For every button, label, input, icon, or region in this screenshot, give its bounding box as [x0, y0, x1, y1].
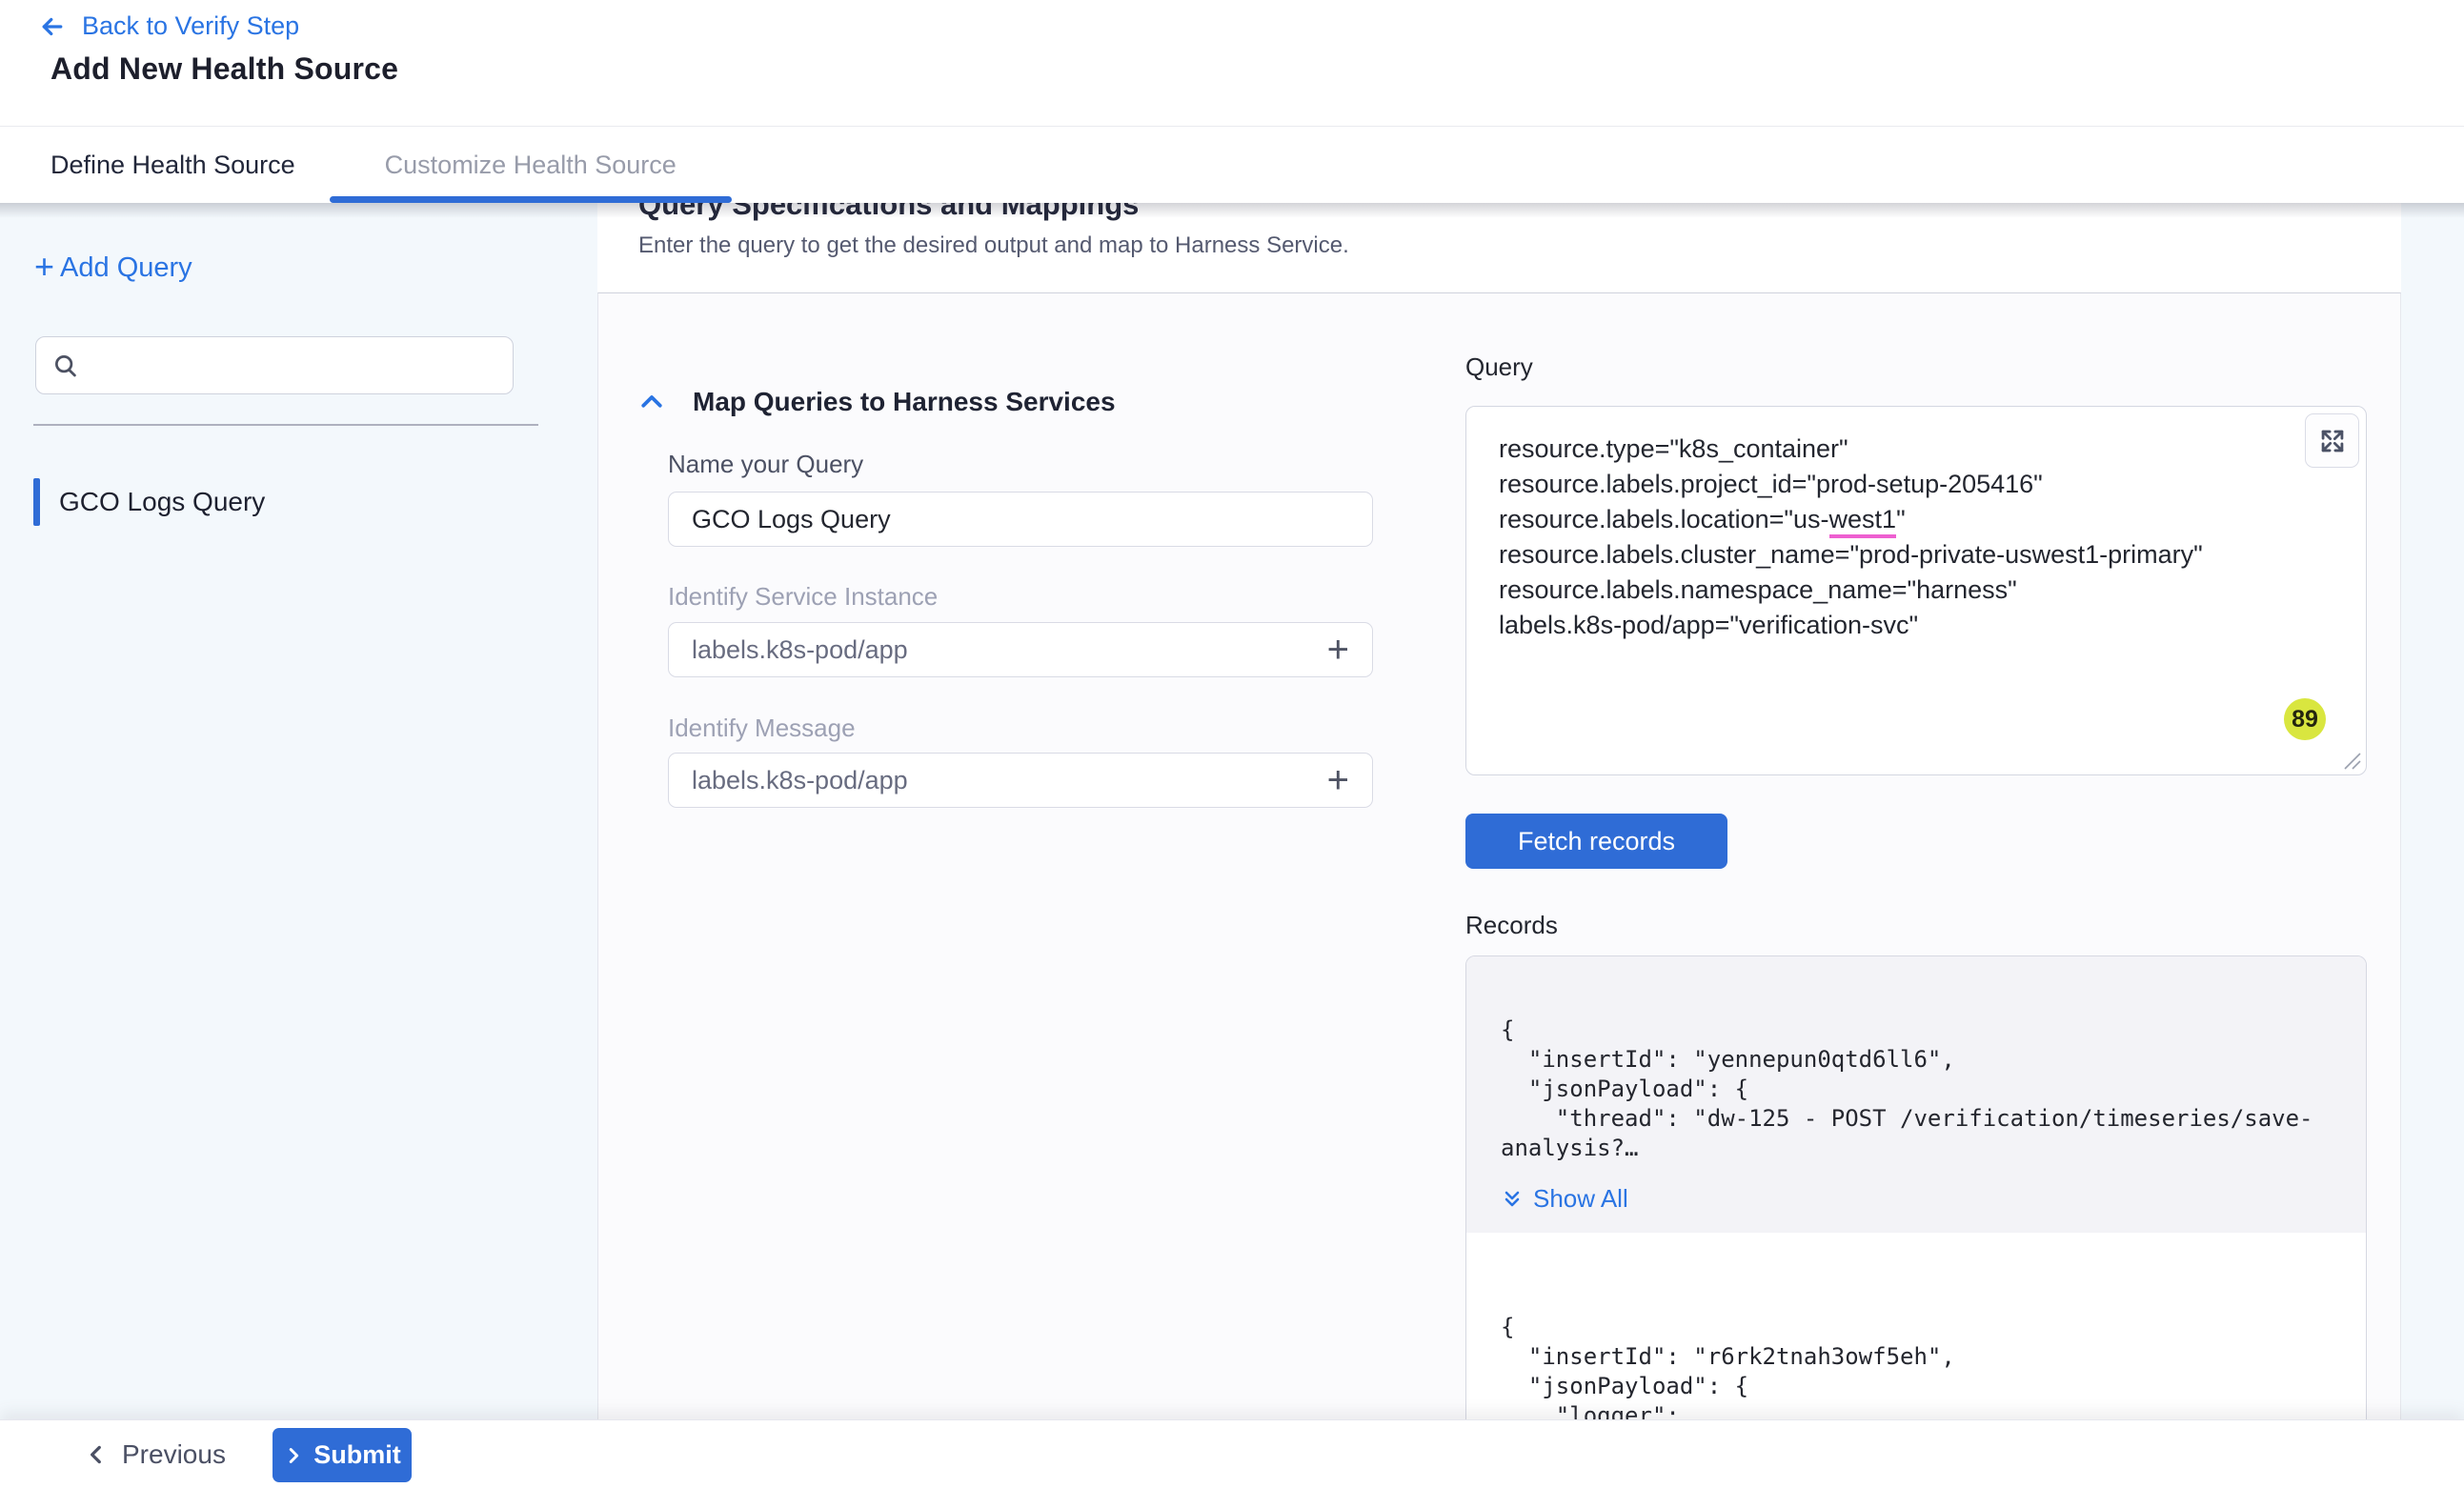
service-instance-value: labels.k8s-pod/app — [692, 635, 908, 665]
record-card: { "insertId": "yennepun0qtd6ll6", "jsonP… — [1466, 956, 2366, 1233]
fetch-records-button[interactable]: Fetch records — [1465, 814, 1727, 869]
sidebar-item-gco-logs-query[interactable]: GCO Logs Query — [33, 477, 265, 527]
right-gutter — [2401, 203, 2464, 1419]
query-label: Query — [1465, 352, 1533, 382]
double-chevron-down-icon — [1501, 1188, 1524, 1211]
spellcheck-underlined-text: west1 — [1829, 505, 1897, 538]
identify-message-label: Identify Message — [668, 714, 856, 743]
record-json-line: { — [1501, 1015, 2332, 1045]
search-icon — [51, 352, 80, 380]
query-line: resource.labels.namespace_name="harness" — [1499, 573, 2333, 608]
name-your-query-label: Name your Query — [668, 450, 863, 479]
query-item-label: GCO Logs Query — [59, 487, 265, 517]
records-container[interactable]: { "insertId": "yennepun0qtd6ll6", "jsonP… — [1465, 955, 2367, 1419]
page-header: Back to Verify Step Add New Health Sourc… — [0, 0, 2464, 127]
submit-label: Submit — [313, 1440, 401, 1470]
wizard-tabs: Define Health Source Customize Health So… — [0, 128, 2464, 203]
char-count-badge: 89 — [2284, 698, 2326, 740]
identify-service-instance-label: Identify Service Instance — [668, 582, 938, 612]
message-field[interactable]: labels.k8s-pod/app + — [668, 753, 1373, 808]
record-card: { "insertId": "r6rk2tnah3owf5eh", "jsonP… — [1466, 1233, 2366, 1419]
add-health-source-page: Back to Verify Step Add New Health Sourc… — [0, 0, 2464, 1488]
tab-customize-health-source[interactable]: Customize Health Source — [330, 128, 732, 203]
page-title: Add New Health Source — [50, 51, 398, 87]
expand-query-button[interactable] — [2305, 413, 2359, 468]
sidebar-divider — [33, 424, 538, 426]
previous-button[interactable]: Previous — [84, 1420, 226, 1488]
query-line: resource.labels.cluster_name="prod-priva… — [1499, 537, 2333, 573]
selected-indicator-bar — [33, 478, 40, 526]
plus-icon: + — [34, 250, 54, 284]
show-all-link[interactable]: Show All — [1501, 1184, 2332, 1214]
add-service-instance-icon[interactable]: + — [1327, 631, 1349, 669]
chevron-left-icon — [84, 1442, 109, 1467]
query-search-box — [35, 336, 514, 394]
add-query-label: Add Query — [60, 252, 192, 284]
content-body: + Add Query GCO Logs Query Query Specifi… — [0, 203, 2464, 1419]
tab-define-health-source[interactable]: Define Health Source — [50, 128, 295, 203]
chevron-up-icon[interactable] — [637, 388, 666, 416]
record-json-line: "jsonPayload": { — [1501, 1372, 2332, 1401]
resize-handle[interactable] — [2341, 750, 2362, 771]
query-line: resource.labels.location="us-west1" — [1499, 502, 2333, 537]
message-value: labels.k8s-pod/app — [692, 766, 908, 795]
arrow-left-icon — [38, 12, 67, 41]
record-json-line: analysis?… — [1501, 1134, 2332, 1163]
records-label: Records — [1465, 911, 1558, 940]
query-line: resource.labels.project_id="prod-setup-2… — [1499, 467, 2333, 502]
wizard-footer: Previous Submit — [0, 1419, 2464, 1488]
query-line: resource.type="k8s_container" — [1499, 432, 2333, 467]
map-queries-section-head: Map Queries to Harness Services — [637, 387, 1116, 417]
record-json-line: { — [1501, 1313, 2332, 1342]
map-queries-title: Map Queries to Harness Services — [693, 387, 1116, 417]
query-mapping-panel: Map Queries to Harness Services Name you… — [597, 292, 2401, 1419]
show-all-label: Show All — [1533, 1184, 1628, 1214]
spec-subheading: Enter the query to get the desired outpu… — [638, 232, 2464, 259]
record-json-line: "insertId": "r6rk2tnah3owf5eh", — [1501, 1342, 2332, 1372]
record-json-line: "thread": "dw-125 - POST /verification/t… — [1501, 1104, 2332, 1134]
query-sidebar: + Add Query GCO Logs Query — [0, 203, 597, 1419]
main-area: Query Specifications and Mappings Enter … — [597, 203, 2464, 1419]
previous-label: Previous — [122, 1439, 226, 1470]
record-json-line: "jsonPayload": { — [1501, 1075, 2332, 1104]
query-name-input[interactable] — [692, 505, 1349, 534]
back-link[interactable]: Back to Verify Step — [38, 11, 299, 41]
query-textarea[interactable]: resource.type="k8s_container" resource.l… — [1465, 406, 2367, 775]
query-name-field — [668, 492, 1373, 547]
expand-icon — [2319, 428, 2346, 454]
back-link-label: Back to Verify Step — [82, 11, 299, 41]
chevron-right-icon — [283, 1445, 304, 1466]
search-input[interactable] — [91, 351, 497, 380]
record-json-line: "insertId": "yennepun0qtd6ll6", — [1501, 1045, 2332, 1075]
add-query-button[interactable]: + Add Query — [34, 252, 192, 284]
spec-heading: Query Specifications and Mappings — [638, 203, 2464, 223]
section-header: Query Specifications and Mappings Enter … — [638, 203, 2464, 259]
service-instance-field[interactable]: labels.k8s-pod/app + — [668, 622, 1373, 677]
submit-button[interactable]: Submit — [273, 1428, 412, 1482]
query-line: labels.k8s-pod/app="verification-svc" — [1499, 608, 2333, 643]
record-json-line: "logger": — [1501, 1401, 2332, 1419]
add-message-icon[interactable]: + — [1327, 761, 1349, 799]
